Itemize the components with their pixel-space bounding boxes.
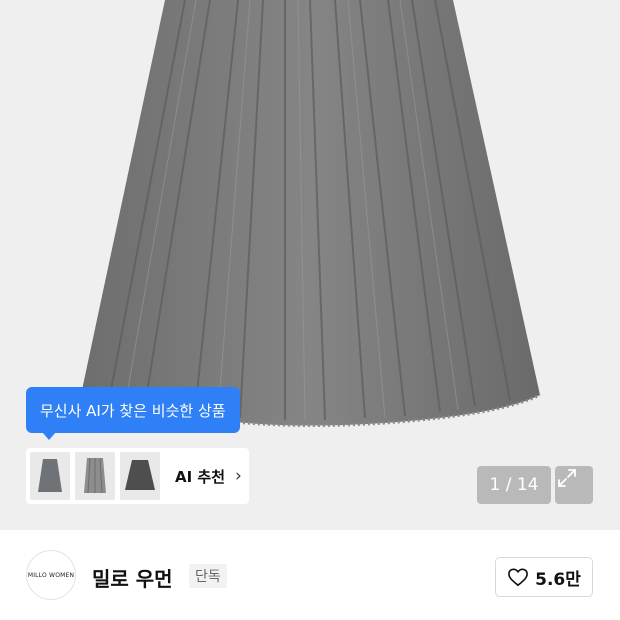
product-image[interactable]: 무신사 AI가 찾은 비슷한 상품 AI 추천 › 1 / 14 bbox=[0, 0, 620, 530]
skirt-thumb-icon bbox=[125, 460, 155, 490]
like-button[interactable]: 5.6만 bbox=[495, 557, 593, 597]
thumb-skirt-dark[interactable] bbox=[120, 452, 160, 500]
ai-recommend-strip[interactable]: AI 추천 › bbox=[26, 448, 249, 504]
image-counter-text: 1 / 14 bbox=[489, 475, 539, 495]
skirt-thumb-icon bbox=[84, 457, 106, 494]
exclusive-badge: 단독 bbox=[189, 564, 227, 588]
ai-tooltip-text: 무신사 AI가 찾은 비슷한 상품 bbox=[40, 401, 226, 420]
expand-button[interactable] bbox=[555, 466, 593, 504]
skirt-thumb-icon bbox=[38, 459, 62, 492]
ai-similar-tooltip[interactable]: 무신사 AI가 찾은 비슷한 상품 bbox=[26, 387, 240, 440]
thumb-skirt-grey-b[interactable] bbox=[75, 452, 115, 500]
like-count: 5.6만 bbox=[535, 569, 581, 590]
image-counter: 1 / 14 bbox=[477, 466, 551, 504]
brand-logo-text: MILLO WOMEN bbox=[27, 571, 75, 579]
expand-icon bbox=[558, 469, 576, 487]
chevron-right-icon: › bbox=[235, 466, 242, 486]
ai-recommend-label: AI 추천 bbox=[175, 467, 226, 486]
brand-logo[interactable]: MILLO WOMEN bbox=[26, 550, 76, 600]
brand-name[interactable]: 밀로 우먼 bbox=[92, 563, 173, 592]
heart-icon bbox=[508, 568, 529, 587]
thumb-skirt-grey-a[interactable] bbox=[30, 452, 70, 500]
